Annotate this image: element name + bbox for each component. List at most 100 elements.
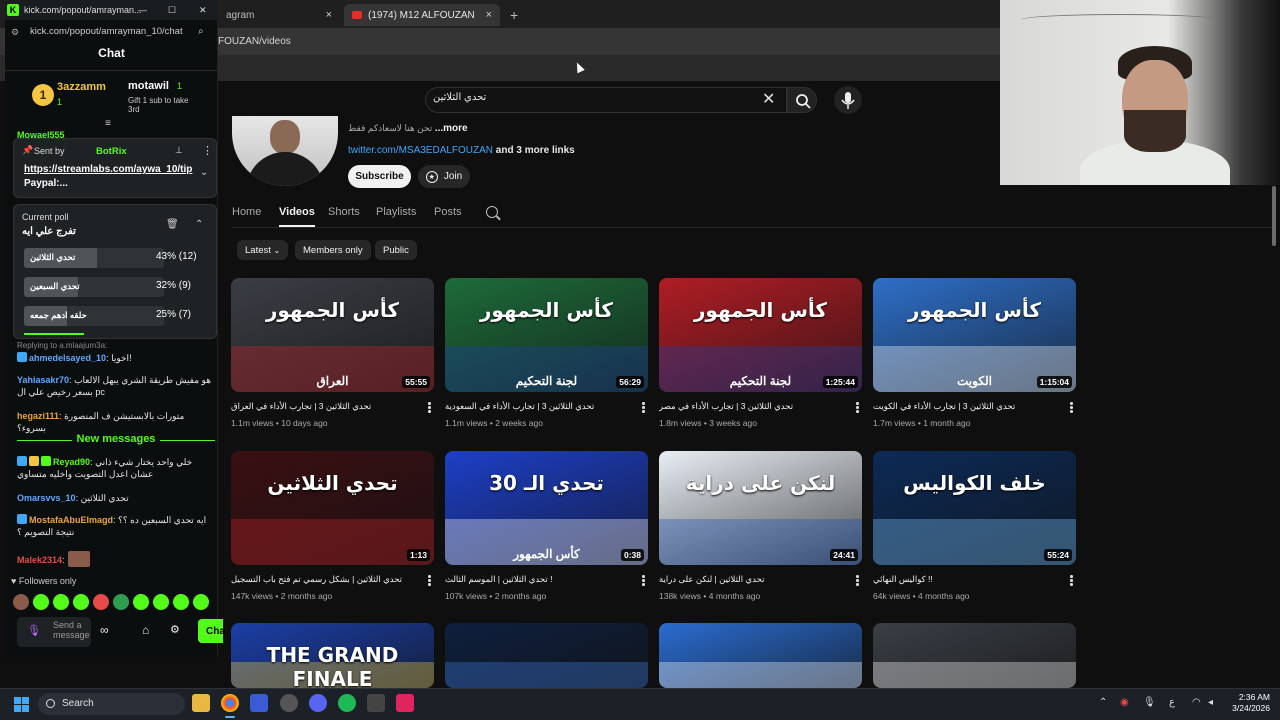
more-options-icon[interactable] <box>856 575 860 587</box>
chat-username[interactable]: Yahiasakr70 <box>17 375 69 385</box>
language-indicator[interactable]: ع <box>1169 697 1175 708</box>
video-thumbnail[interactable] <box>445 623 648 688</box>
chat-username[interactable]: MostafaAbuElmagd <box>29 515 113 525</box>
voice-search-button[interactable] <box>834 86 862 114</box>
zoom-icon[interactable]: ⌕ <box>198 26 204 37</box>
emote-icon[interactable] <box>33 594 49 610</box>
app-icon[interactable] <box>367 694 385 712</box>
close-icon[interactable]: ✕ <box>199 5 207 16</box>
chip-latest[interactable]: Latest ⌄ <box>237 240 289 260</box>
chevron-down-icon[interactable]: ⌄ <box>200 167 208 178</box>
trash-icon[interactable]: 🗑 <box>166 219 179 230</box>
video-thumbnail[interactable] <box>659 623 862 688</box>
new-messages-divider[interactable]: New messages <box>17 433 215 445</box>
emote-icon[interactable] <box>173 594 189 610</box>
gifter-name[interactable]: motawil <box>128 80 169 92</box>
video-title[interactable]: تحدي الثلاثين 3 | تجارب الأداء في الكويت <box>873 401 1063 412</box>
emote-icon[interactable] <box>193 594 209 610</box>
more-options-icon[interactable] <box>428 575 432 587</box>
video-thumbnail[interactable]: لنكن على دراية 24:41 <box>659 451 862 565</box>
video-title[interactable]: تحدي الثلاثين | الموسم الثالث ! <box>445 574 635 585</box>
taskbar-clock[interactable]: 2:36 AM 3/24/2026 <box>1222 692 1270 714</box>
tiktok-icon[interactable] <box>396 694 414 712</box>
address-text[interactable]: FOUZAN/videos <box>218 36 291 47</box>
spotify-icon[interactable] <box>338 694 356 712</box>
chat-username[interactable]: Omarsvvs_10 <box>17 493 76 503</box>
more-options-icon[interactable] <box>1070 402 1074 414</box>
video-thumbnail[interactable]: كأس الجمهور لجنة التحكيم 1:25:44 <box>659 278 862 392</box>
taskbar-search[interactable]: Search <box>38 693 185 715</box>
tray-app-icon[interactable]: ◉ <box>1120 697 1129 708</box>
channel-description[interactable]: تحن هنا لاسعادكم فقط ...more <box>348 123 468 134</box>
chip-members-only[interactable]: Members only <box>295 240 371 260</box>
chat-username[interactable]: Malek2314 <box>17 555 62 565</box>
clear-search-icon[interactable]: ✕ <box>762 89 775 109</box>
video-thumbnail[interactable]: خلف الكواليس 55:24 <box>873 451 1076 565</box>
video-title[interactable]: تحدي الثلاثين 3 | تجارب الأداء في مصر <box>659 401 849 412</box>
more-options-icon[interactable] <box>642 575 646 587</box>
maximize-icon[interactable]: ☐ <box>168 5 176 16</box>
obs-icon[interactable] <box>280 694 298 712</box>
tab-shorts[interactable]: Shorts <box>328 206 360 218</box>
join-button[interactable]: ★ Join <box>418 165 470 188</box>
video-thumbnail[interactable]: تحدي الـ 30 كأس الجمهور 0:38 <box>445 451 648 565</box>
store-icon[interactable]: ⌂ <box>142 623 149 637</box>
video-title[interactable]: تحدي الثلاثين 3 | تجارب الأداء في العراق <box>231 401 421 412</box>
twitter-link[interactable]: twitter.com/MSA3EDALFOUZAN <box>348 145 493 156</box>
chevron-up-icon[interactable]: ⌃ <box>195 219 203 230</box>
video-thumbnail[interactable]: كأس الجمهور الكويت 1:15:04 <box>873 278 1076 392</box>
tab-posts[interactable]: Posts <box>434 206 462 218</box>
video-thumbnail[interactable]: كأس الجمهور العراق 55:55 <box>231 278 434 392</box>
new-tab-button[interactable]: + <box>502 4 522 26</box>
close-icon[interactable]: × <box>486 9 492 21</box>
browser-tab-instagram[interactable]: agram × <box>218 4 340 26</box>
windows-start-icon[interactable] <box>14 697 29 712</box>
chat-username[interactable]: hegazi111 <box>17 411 59 421</box>
more-options-icon[interactable] <box>1070 575 1074 587</box>
media-app-icon[interactable] <box>250 694 268 712</box>
subscribe-button[interactable]: Subscribe <box>348 165 411 188</box>
search-button[interactable] <box>787 87 817 113</box>
video-title[interactable]: تحدي الثلاثين | لنكن على دراية <box>659 574 849 585</box>
emote-icon[interactable] <box>93 594 109 610</box>
close-icon[interactable]: × <box>326 9 332 21</box>
collapse-icon[interactable]: ≡ <box>105 118 111 129</box>
poll-option[interactable]: تحدي الثلاثين <box>24 248 164 268</box>
emote-icon[interactable] <box>73 594 89 610</box>
browser-tab-youtube[interactable]: (1974) M12 ALFOUZAN - الكرة × <box>344 4 500 26</box>
site-settings-icon[interactable]: ⚙ <box>11 27 19 38</box>
discord-icon[interactable] <box>309 694 327 712</box>
emote-icon[interactable] <box>113 594 129 610</box>
tab-playlists[interactable]: Playlists <box>376 206 416 218</box>
more-links[interactable]: and 3 more links <box>493 145 575 156</box>
unpin-icon[interactable]: ⊥ <box>175 145 183 156</box>
tab-home[interactable]: Home <box>232 206 261 218</box>
poll-option[interactable]: حلقه ادهم جمعه <box>24 306 164 326</box>
video-title[interactable]: تحدي الثلاثين 3 | تجارب الأداء في السعود… <box>445 401 635 412</box>
mic-icon[interactable]: 🎙 <box>27 624 41 637</box>
more-link[interactable]: ...more <box>435 123 468 134</box>
more-options-icon[interactable] <box>856 402 860 414</box>
volume-icon[interactable]: ◂ <box>1208 697 1213 708</box>
emote-icon[interactable] <box>13 594 29 610</box>
mic-icon[interactable]: 🎙 <box>1143 697 1156 708</box>
search-value[interactable]: تحدي الثلاثين <box>433 92 486 103</box>
emote-icon[interactable] <box>153 594 169 610</box>
gear-icon[interactable]: ⚙ <box>170 623 180 636</box>
video-title[interactable]: كواليس النهائي !! <box>873 574 1063 585</box>
wifi-icon[interactable]: ◠ <box>1192 697 1201 708</box>
page-scrollbar[interactable] <box>1272 186 1276 246</box>
chrome-icon[interactable] <box>221 694 239 712</box>
pinned-link[interactable]: https://streamlabs.com/aywa_10/tip <box>24 164 192 175</box>
tab-videos[interactable]: Videos <box>279 206 315 227</box>
minimize-icon[interactable]: — <box>138 5 147 15</box>
emote-icon[interactable] <box>133 594 149 610</box>
more-options-icon[interactable] <box>428 402 432 414</box>
file-explorer-icon[interactable] <box>192 694 210 712</box>
gifter-name[interactable]: 3azzamm <box>57 81 106 93</box>
chat-message-input[interactable]: 🎙 Send a message <box>17 617 91 647</box>
video-thumbnail[interactable]: THE GRAND FINALE <box>231 623 434 688</box>
chevron-up-icon[interactable]: ⌃ <box>1099 697 1107 708</box>
video-title[interactable]: تحدي الثلاثين | بشكل رسمي تم فتح باب الت… <box>231 574 421 585</box>
video-thumbnail[interactable]: كأس الجمهور لجنة التحكيم 56:29 <box>445 278 648 392</box>
